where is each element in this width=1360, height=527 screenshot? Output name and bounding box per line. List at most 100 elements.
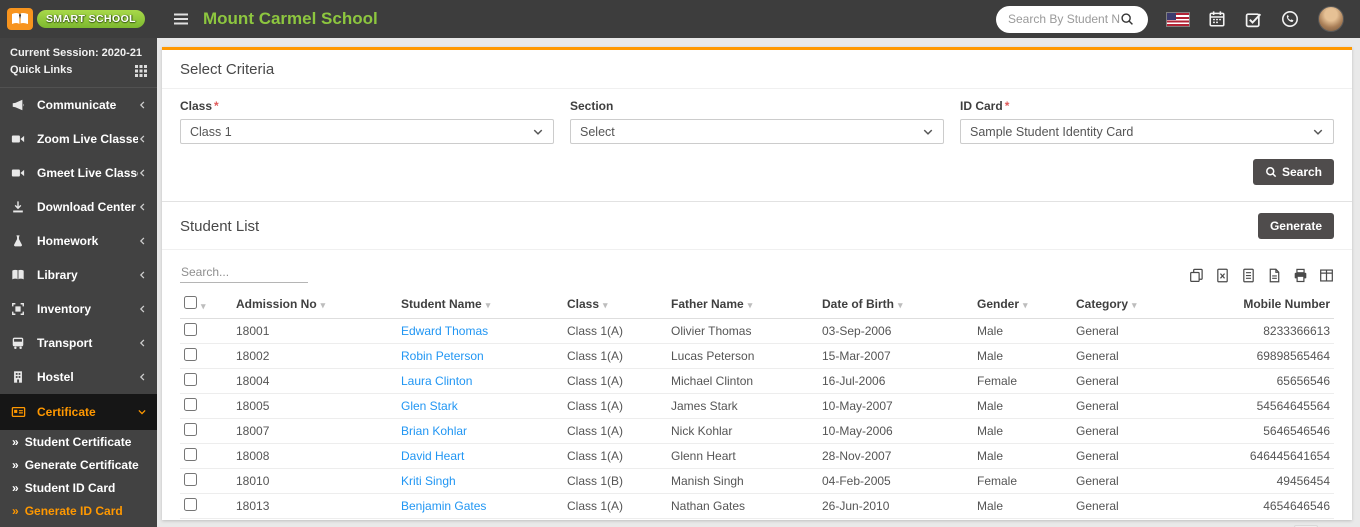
grid-icon[interactable] <box>135 64 147 77</box>
sidebar-item-certificate[interactable]: Certificate <box>0 394 157 430</box>
megaphone-icon <box>11 98 26 112</box>
row-checkbox[interactable] <box>184 448 197 461</box>
sidebar-item-label: Hostel <box>37 370 74 384</box>
select-all-checkbox[interactable] <box>184 296 197 309</box>
student-table: ▾ Admission No ▾ Student Name ▾ Class ▾ Father… <box>180 289 1334 519</box>
sidebar-item-transport[interactable]: Transport <box>0 326 157 360</box>
sidebar-item-library[interactable]: Library <box>0 258 157 292</box>
table-cell: 18007 <box>232 418 397 444</box>
class-field-label: Class * <box>180 99 219 113</box>
table-cell: 10-May-2006 <box>818 418 973 444</box>
csv-icon[interactable] <box>1241 268 1256 283</box>
pdf-icon[interactable] <box>1267 268 1282 283</box>
row-checkbox[interactable] <box>184 323 197 336</box>
video-icon <box>11 166 26 180</box>
column-header-student-name[interactable]: Student Name ▾ <box>397 289 563 319</box>
app-logo[interactable]: SMART SCHOOL <box>0 8 157 30</box>
table-cell: Class 1(A) <box>563 443 667 469</box>
todo-check-icon[interactable] <box>1245 11 1262 28</box>
student-name-link[interactable]: Glen Stark <box>397 393 563 419</box>
sidebar-subitem-student-id-card[interactable]: » Student ID Card <box>0 476 157 499</box>
sidebar-item-inventory[interactable]: Inventory <box>0 292 157 326</box>
sidebar-item-homework[interactable]: Homework <box>0 224 157 258</box>
columns-icon[interactable] <box>1319 268 1334 283</box>
column-header-mobile-number[interactable]: Mobile Number <box>1192 289 1334 319</box>
table-cell: 8233366613 <box>1192 318 1334 344</box>
search-icon[interactable] <box>1120 12 1134 26</box>
chevron-down-icon <box>1312 126 1324 138</box>
calendar-icon[interactable] <box>1208 10 1226 28</box>
column-header-gender[interactable]: Gender ▾ <box>973 289 1072 319</box>
download-icon <box>11 200 26 214</box>
student-name-link[interactable]: Kriti Singh <box>397 468 563 494</box>
student-name-link[interactable]: David Heart <box>397 443 563 469</box>
search-button[interactable]: Search <box>1252 159 1334 185</box>
sidebar-item-label: Homework <box>37 234 99 248</box>
table-row: 18010 Kriti Singh Class 1(B) Manish Singh 04… <box>180 468 1334 494</box>
copy-icon[interactable] <box>1189 268 1204 283</box>
table-cell: Male <box>973 443 1072 469</box>
print-icon[interactable] <box>1293 268 1308 283</box>
student-search-box[interactable] <box>996 5 1148 33</box>
column-header-class[interactable]: Class ▾ <box>563 289 667 319</box>
table-row: 18005 Glen Stark Class 1(A) James Stark 10-M… <box>180 393 1334 419</box>
student-name-link[interactable]: Laura Clinton <box>397 368 563 394</box>
sort-caret-icon[interactable]: ▾ <box>201 301 206 311</box>
top-header-bar: SMART SCHOOL Mount Carmel School <box>0 0 1360 38</box>
excel-icon[interactable] <box>1215 268 1230 283</box>
chevron-left-icon <box>138 168 147 178</box>
chevron-left-icon <box>138 304 147 314</box>
column-header-category[interactable]: Category ▾ <box>1072 289 1192 319</box>
row-checkbox[interactable] <box>184 398 197 411</box>
sort-caret-icon: ▾ <box>747 300 753 310</box>
table-cell: Michael Clinton <box>667 368 818 394</box>
column-header-father-name[interactable]: Father Name ▾ <box>667 289 818 319</box>
user-avatar[interactable] <box>1318 6 1344 32</box>
sidebar-subitem-student-certificate[interactable]: » Student Certificate <box>0 430 157 453</box>
table-cell: Male <box>973 393 1072 419</box>
chevron-left-icon <box>138 100 147 110</box>
student-name-link[interactable]: Edward Thomas <box>397 318 563 344</box>
sidebar-item-gmeet-live-classes[interactable]: Gmeet Live Classes <box>0 156 157 190</box>
table-cell: Class 1(A) <box>563 418 667 444</box>
table-cell: 28-Nov-2007 <box>818 443 973 469</box>
sidebar-item-label: Download Center <box>37 200 136 214</box>
class-select[interactable]: Class 1 <box>180 119 554 144</box>
student-name-link[interactable]: Brian Kohlar <box>397 418 563 444</box>
row-checkbox[interactable] <box>184 348 197 361</box>
row-checkbox[interactable] <box>184 473 197 486</box>
whatsapp-icon[interactable] <box>1281 10 1299 28</box>
section-select[interactable]: Select <box>570 119 944 144</box>
chevron-left-icon <box>138 202 147 212</box>
sort-caret-icon: ▾ <box>898 300 903 310</box>
sidebar-item-hostel[interactable]: Hostel <box>0 360 157 394</box>
sidebar-item-label: Transport <box>37 336 93 350</box>
hamburger-menu-icon[interactable] <box>173 12 189 26</box>
table-cell: Class 1(A) <box>563 318 667 344</box>
column-header-date-of-birth[interactable]: Date of Birth ▾ <box>818 289 973 319</box>
idcard-field-label: ID Card * <box>960 99 1010 113</box>
bus-icon <box>11 336 26 350</box>
language-flag-icon[interactable] <box>1167 12 1189 26</box>
double-arrow-icon: » <box>12 503 19 518</box>
table-row: 18001 Edward Thomas Class 1(A) Olivier Thom… <box>180 318 1334 344</box>
student-search-input[interactable] <box>1008 12 1120 26</box>
idcard-select[interactable]: Sample Student Identity Card <box>960 119 1334 144</box>
sidebar-subitem-generate-id-card[interactable]: » Generate ID Card <box>0 499 157 522</box>
sidebar-item-zoom-live-classes[interactable]: Zoom Live Classes <box>0 122 157 156</box>
quick-links-label[interactable]: Quick Links <box>10 62 72 79</box>
sidebar-item-download-center[interactable]: Download Center <box>0 190 157 224</box>
student-name-link[interactable]: Benjamin Gates <box>397 493 563 519</box>
generate-button[interactable]: Generate <box>1257 213 1334 239</box>
column-header-admission-no[interactable]: Admission No ▾ <box>232 289 397 319</box>
row-checkbox[interactable] <box>184 373 197 386</box>
row-checkbox[interactable] <box>184 423 197 436</box>
table-search-input[interactable] <box>180 262 308 283</box>
main-content: Select Criteria Class * Class 1 Section S… <box>157 38 1360 527</box>
sidebar-item-communicate[interactable]: Communicate <box>0 88 157 122</box>
row-checkbox[interactable] <box>184 498 197 511</box>
table-cell: 18005 <box>232 393 397 419</box>
student-name-link[interactable]: Robin Peterson <box>397 343 563 369</box>
sidebar-subitem-generate-certificate[interactable]: » Generate Certificate <box>0 453 157 476</box>
table-cell: Male <box>973 343 1072 369</box>
